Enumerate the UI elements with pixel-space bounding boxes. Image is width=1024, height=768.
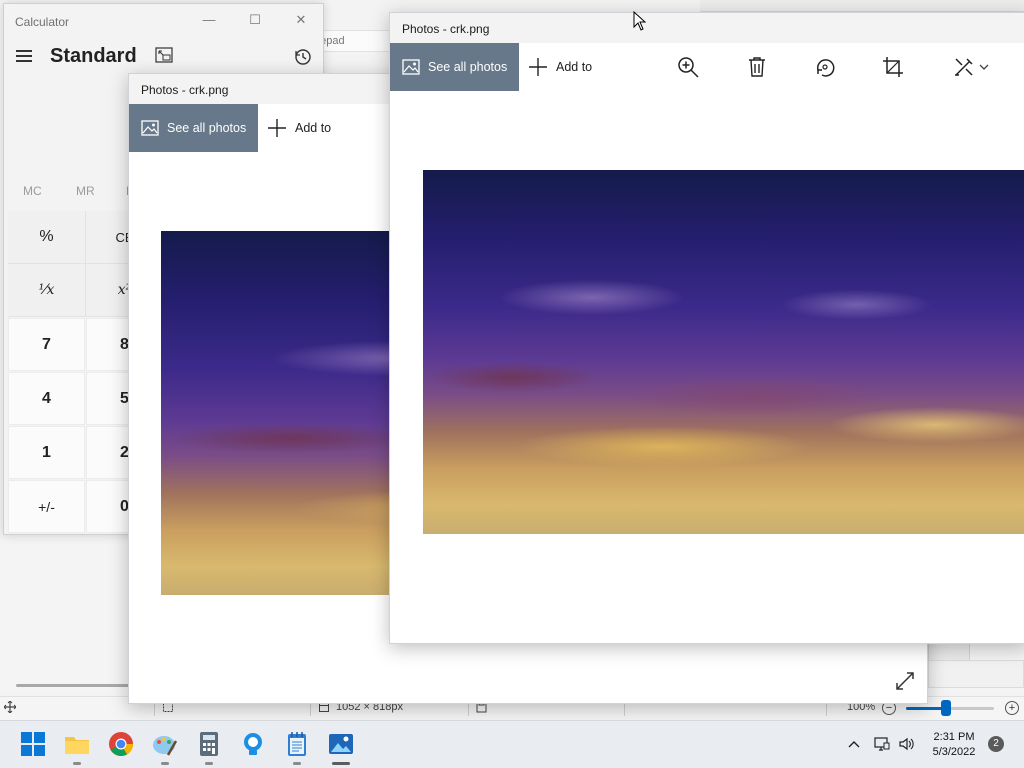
calculator-icon[interactable] [196, 731, 222, 757]
rotate-icon[interactable] [813, 55, 837, 79]
volume-icon[interactable] [898, 736, 914, 752]
minimize-button[interactable]: — [194, 10, 224, 30]
running-indicator [293, 762, 301, 765]
active-indicator [332, 762, 350, 765]
see-all-photos-label: See all photos [167, 121, 247, 135]
negate-button[interactable]: +/- [8, 480, 85, 533]
zoom-slider-thumb[interactable] [940, 700, 951, 716]
gallery-icon [402, 59, 420, 75]
clock[interactable]: 2:31 PM 5/3/2022 [918, 730, 990, 760]
chevron-down-icon[interactable] [978, 61, 990, 73]
zoom-in-button[interactable]: + [1005, 701, 1019, 715]
notepad-icon[interactable] [284, 731, 310, 757]
background-window-edge [700, 0, 1024, 12]
photos-titlebar: Photos - crk.png [390, 13, 1024, 43]
photos-icon[interactable] [328, 731, 354, 757]
taskbar: 2:31 PM 5/3/2022 2 [0, 720, 1024, 768]
reciprocal-button[interactable]: ¹⁄x [8, 264, 86, 317]
plus-icon [529, 58, 547, 76]
file-explorer-icon[interactable] [64, 731, 90, 757]
see-all-photos-button[interactable]: See all photos [129, 104, 259, 152]
chrome-icon[interactable] [108, 731, 134, 757]
mouse-cursor-icon [633, 11, 647, 31]
tips-icon[interactable] [240, 731, 266, 757]
calculator-title: Calculator [15, 15, 70, 29]
reciprocal-label: ¹⁄x [38, 282, 55, 298]
network-icon[interactable] [874, 736, 890, 752]
running-indicator [205, 762, 213, 765]
photos-title: Photos - crk.png [141, 83, 229, 97]
photo-image-content [423, 170, 1024, 534]
calculator-mode: Standard [50, 45, 137, 67]
add-to-label: Add to [295, 121, 332, 135]
close-button[interactable]: ✕ [286, 10, 316, 30]
clock-date: 5/3/2022 [932, 746, 976, 758]
memory-clear-button[interactable]: MC [23, 184, 42, 198]
see-all-photos-label: See all photos [428, 60, 508, 74]
digit-1-button[interactable]: 1 [8, 426, 85, 479]
plus-icon [268, 119, 286, 137]
move-cursor-icon [4, 701, 16, 713]
photos-toolbar: See all photos Add to [390, 43, 1024, 91]
running-indicator [161, 762, 169, 765]
memory-recall-button[interactable]: MR [76, 184, 95, 198]
hamburger-menu-icon[interactable] [16, 50, 32, 65]
maximize-button[interactable]: ☐ [240, 10, 270, 30]
digit-4-button[interactable]: 4 [8, 372, 85, 425]
history-icon[interactable] [293, 47, 313, 67]
notification-badge[interactable]: 2 [988, 736, 1004, 752]
running-indicator [73, 762, 81, 765]
delete-icon[interactable] [745, 55, 769, 79]
start-icon[interactable] [20, 731, 46, 757]
zoom-slider[interactable] [906, 700, 994, 716]
clock-time: 2:31 PM [933, 731, 975, 743]
background-window-edge [928, 660, 1024, 688]
add-to-label: Add to [556, 60, 593, 74]
gallery-icon [141, 120, 159, 136]
edit-icon[interactable] [952, 55, 976, 79]
add-to-button[interactable]: Add to [267, 104, 331, 152]
zoom-in-icon[interactable] [676, 55, 700, 79]
zoom-slider-fill [906, 707, 946, 710]
photos-title: Photos - crk.png [402, 22, 490, 36]
crop-icon[interactable] [881, 55, 905, 79]
show-hidden-icons-icon[interactable] [846, 736, 862, 752]
percent-button[interactable]: % [8, 211, 86, 264]
see-all-photos-button[interactable]: See all photos [390, 43, 520, 91]
add-to-button[interactable]: Add to [528, 43, 592, 91]
expand-icon[interactable] [894, 670, 916, 692]
photo-image [423, 170, 1024, 534]
keep-on-top-icon[interactable] [155, 47, 173, 63]
digit-7-button[interactable]: 7 [8, 318, 85, 371]
paint-icon[interactable] [152, 731, 178, 757]
photos-window-front: Photos - crk.png See all photos Add to [389, 12, 1024, 644]
